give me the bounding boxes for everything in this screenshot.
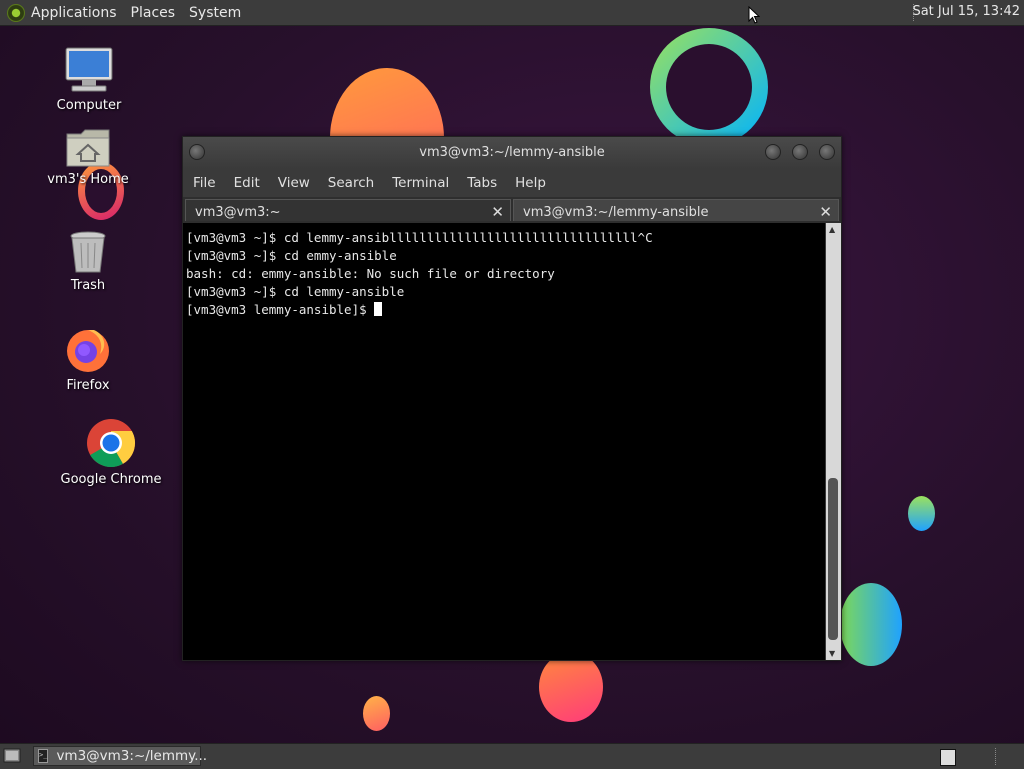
tab-close-icon[interactable]: ✕ (491, 203, 504, 221)
tab-home[interactable]: vm3@vm3:~ ✕ (185, 199, 511, 221)
scroll-down-icon[interactable]: ▼ (829, 649, 835, 658)
tab-close-icon[interactable]: ✕ (819, 203, 832, 221)
decor-green-ring (650, 28, 768, 146)
workspace-switcher[interactable] (940, 749, 956, 766)
menu-file[interactable]: File (193, 175, 216, 191)
taskbar-terminal-button[interactable]: >_ vm3@vm3:~/lemmy... (33, 746, 207, 766)
desktop-icon-label: Firefox (66, 378, 110, 393)
scroll-up-icon[interactable]: ▲ (829, 225, 835, 234)
terminal-output[interactable]: [vm3@vm3 ~]$ cd lemmy-ansiblllllllllllll… (183, 223, 825, 660)
decor-green-blob-large (840, 583, 902, 666)
mate-logo-icon[interactable] (7, 3, 25, 22)
menu-applications[interactable]: Applications (31, 5, 117, 21)
mouse-pointer-icon (748, 6, 760, 24)
clock[interactable]: Sat Jul 15, 13:42 (912, 4, 1020, 19)
terminal-icon: >_ (38, 749, 49, 763)
menu-view[interactable]: View (278, 175, 310, 191)
top-panel: Applications Places System Sat Jul 15, 1… (0, 0, 1024, 26)
terminal-menubar: File Edit View Search Terminal Tabs Help (183, 169, 841, 197)
taskbar-label: vm3@vm3:~/lemmy... (56, 748, 208, 764)
menu-help[interactable]: Help (515, 175, 546, 191)
window-titlebar[interactable]: vm3@vm3:~/lemmy-ansible (183, 137, 841, 169)
menu-terminal[interactable]: Terminal (392, 175, 449, 191)
desktop-icon-chrome[interactable]: Google Chrome (56, 418, 166, 487)
tab-label: vm3@vm3:~ (195, 205, 281, 220)
desktop-icon-label: vm3's Home (47, 172, 129, 187)
chrome-icon (87, 419, 136, 468)
window-title: vm3@vm3:~/lemmy-ansible (419, 145, 605, 160)
terminal-prompt-line[interactable]: [vm3@vm3 lemmy-ansible]$ (183, 301, 825, 319)
desktop-icon-label: Trash (70, 278, 106, 293)
terminal-line: [vm3@vm3 ~]$ cd lemmy-ansiblllllllllllll… (186, 230, 653, 245)
menu-tabs[interactable]: Tabs (467, 175, 497, 191)
desktop-icon-label: Computer (56, 98, 122, 113)
trash-icon (70, 231, 106, 273)
decor-orange-blob-bottom (539, 652, 603, 722)
computer-icon (65, 47, 113, 92)
home-folder-icon (66, 129, 110, 167)
terminal-prompt: [vm3@vm3 lemmy-ansible]$ (186, 302, 375, 317)
decor-green-blob-small (908, 496, 935, 531)
terminal-line: [vm3@vm3 ~]$ cd lemmy-ansible (186, 284, 405, 299)
minimize-button[interactable] (765, 144, 781, 160)
menu-search[interactable]: Search (328, 175, 374, 191)
desktop-icon-computer[interactable]: Computer (34, 46, 144, 113)
bottom-panel: >_ vm3@vm3:~/lemmy... (0, 743, 1024, 769)
maximize-button[interactable] (792, 144, 808, 160)
close-button[interactable] (819, 144, 835, 160)
desktop-icon-home[interactable]: vm3's Home (33, 128, 143, 187)
text-cursor (374, 302, 383, 316)
desktop-icon-firefox[interactable]: Firefox (33, 326, 143, 393)
terminal-scrollbar[interactable]: ▲ ▼ (826, 223, 841, 660)
scrollbar-thumb[interactable] (828, 478, 838, 640)
menu-edit[interactable]: Edit (234, 175, 260, 191)
tab-bar: vm3@vm3:~ ✕ vm3@vm3:~/lemmy-ansible ✕ (183, 197, 841, 223)
terminal-window[interactable]: vm3@vm3:~/lemmy-ansible File Edit View S… (182, 136, 842, 661)
terminal-line: [vm3@vm3 ~]$ cd emmy-ansible (186, 248, 397, 263)
menu-places[interactable]: Places (131, 5, 176, 21)
show-desktop-icon[interactable] (3, 748, 21, 763)
panel-separator (995, 748, 998, 765)
desktop-icon-label: Google Chrome (60, 472, 162, 487)
terminal-line: bash: cd: emmy-ansible: No such file or … (186, 266, 555, 281)
decor-orange-blob-tiny (363, 696, 390, 731)
desktop-icon-trash[interactable]: Trash (33, 230, 143, 293)
tab-label: vm3@vm3:~/lemmy-ansible (523, 205, 709, 220)
firefox-icon (67, 330, 109, 372)
menu-system[interactable]: System (189, 5, 241, 21)
tab-lemmy-ansible[interactable]: vm3@vm3:~/lemmy-ansible ✕ (513, 199, 839, 221)
